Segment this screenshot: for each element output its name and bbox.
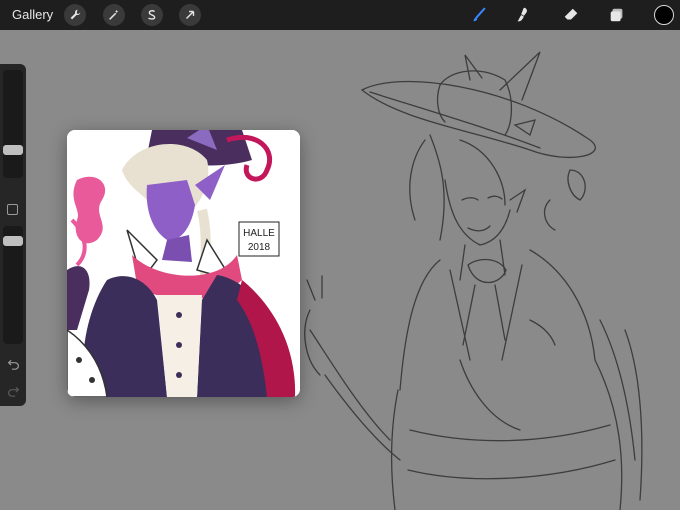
brush-size-thumb[interactable] xyxy=(3,145,23,155)
top-toolbar: Gallery xyxy=(0,0,680,30)
reference-window[interactable]: HALLE 2018 xyxy=(67,130,300,397)
svg-text:2018: 2018 xyxy=(248,242,271,253)
redo-icon[interactable] xyxy=(4,384,22,400)
selection-s-icon[interactable] xyxy=(141,4,163,26)
smudge-icon[interactable] xyxy=(513,5,533,25)
reference-artwork: HALLE 2018 xyxy=(67,130,300,397)
wrench-icon[interactable] xyxy=(64,4,86,26)
sketch-artwork xyxy=(304,51,643,510)
brush-size-slider[interactable] xyxy=(3,70,23,178)
opacity-thumb[interactable] xyxy=(3,236,23,246)
layers-icon[interactable] xyxy=(607,5,627,25)
magic-wand-icon[interactable] xyxy=(103,4,125,26)
undo-icon[interactable] xyxy=(4,357,22,373)
left-sidebar xyxy=(0,64,26,406)
modify-button[interactable] xyxy=(7,204,18,215)
brush-icon[interactable] xyxy=(469,5,489,25)
gallery-button[interactable]: Gallery xyxy=(12,7,53,22)
color-swatch[interactable] xyxy=(654,5,674,25)
opacity-slider[interactable] xyxy=(3,226,23,344)
arrow-cursor-icon[interactable] xyxy=(179,4,201,26)
eraser-icon[interactable] xyxy=(561,5,581,25)
svg-text:HALLE: HALLE xyxy=(243,228,275,239)
